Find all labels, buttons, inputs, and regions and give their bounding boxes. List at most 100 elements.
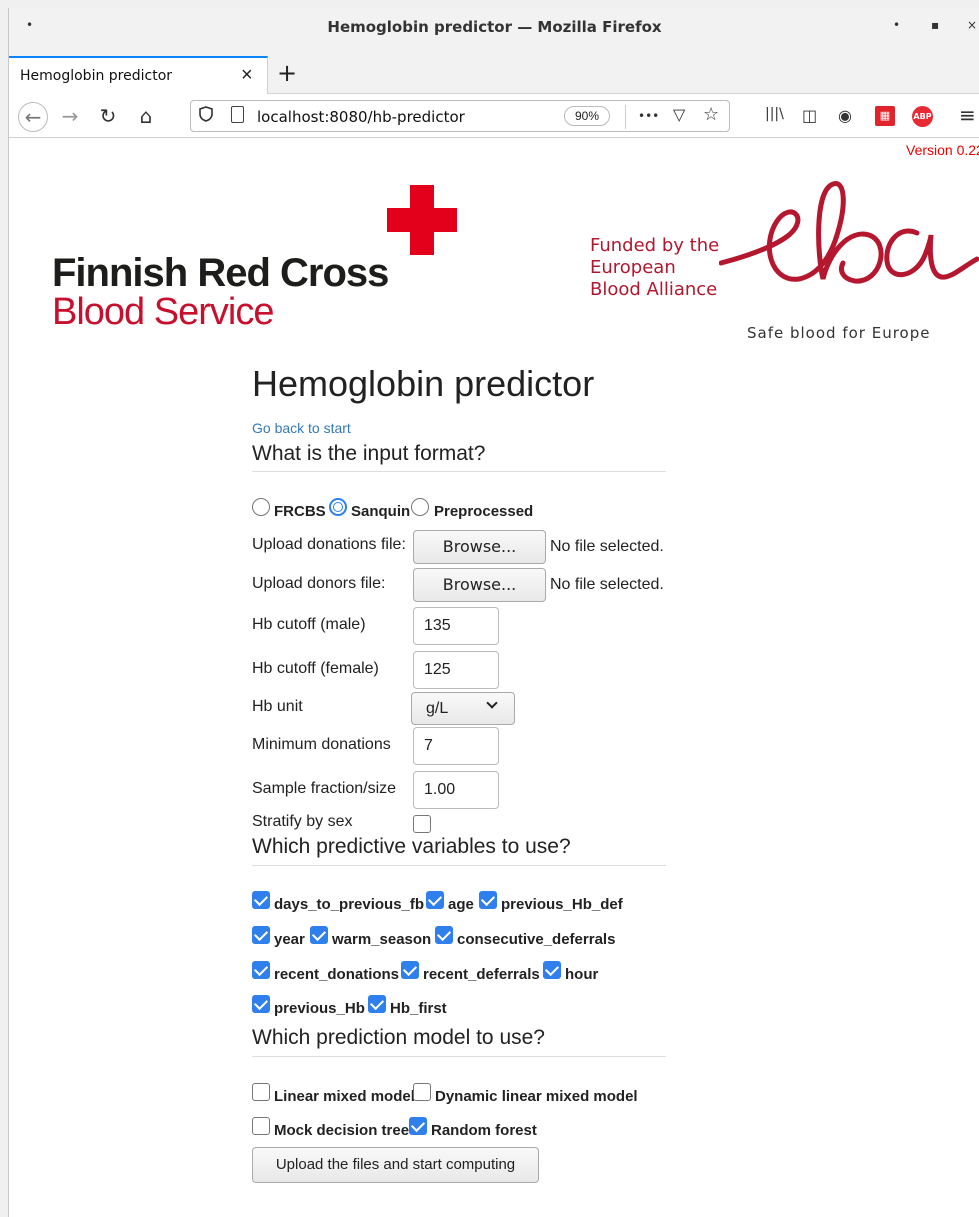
checkbox-linear-mixed-model[interactable] (252, 1083, 270, 1101)
checkbox-label: recent_deferrals (423, 966, 540, 983)
title-bar: • Hemoglobin predictor — Mozilla Firefox… (9, 8, 979, 46)
checkbox-label: previous_Hb_def (501, 896, 623, 913)
url-bar[interactable]: localhost:8080/hb-predictor 90% ••• ▽ ☆ (190, 100, 730, 132)
more-actions-icon[interactable]: ••• (638, 109, 659, 123)
eba-funded-text: Funded by the European Blood Alliance (590, 235, 720, 300)
go-back-link[interactable]: Go back to start (252, 420, 351, 436)
stratify-label: Stratify by sex (252, 813, 353, 830)
page-content: Version 0.22 Finnish Red Cross Blood Ser… (9, 138, 979, 1217)
eba-logo (719, 181, 979, 284)
ublock-icon[interactable]: ▦ (875, 106, 895, 126)
radio-preprocessed-label: Preprocessed (434, 503, 534, 520)
version-label: Version 0.22 (906, 142, 979, 158)
checkbox-label: Linear mixed model (274, 1088, 415, 1105)
radio-frcbs[interactable] (252, 498, 270, 516)
checkbox-label: Mock decision tree (274, 1122, 410, 1139)
donations-file-status: No file selected. (550, 538, 664, 555)
account-icon[interactable]: ◉ (838, 106, 852, 125)
page-title: Hemoglobin predictor (252, 363, 595, 404)
checkbox-previous-hb-def[interactable] (479, 891, 497, 909)
checkbox-age[interactable] (426, 891, 444, 909)
hb-cutoff-male-label: Hb cutoff (male) (252, 616, 366, 633)
hb-unit-value: g/L (426, 700, 449, 717)
new-tab-icon[interactable]: + (277, 59, 297, 87)
checkbox-random-forest[interactable] (409, 1117, 427, 1135)
upload-donors-label: Upload donors file: (252, 575, 386, 592)
radio-frcbs-label: FRCBS (274, 503, 326, 520)
minimize-icon[interactable]: • (893, 18, 900, 32)
chevron-down-icon (486, 697, 498, 709)
hb-cutoff-male-input[interactable]: 135 (413, 607, 499, 645)
frc-logo-line1: Finnish Red Cross (52, 251, 389, 295)
checkbox-recent-deferrals[interactable] (401, 961, 419, 979)
checkbox-warm-season[interactable] (310, 926, 328, 944)
adblock-plus-icon[interactable]: ABP (912, 106, 933, 127)
start-computing-button[interactable]: Upload the files and start computing (252, 1147, 539, 1183)
checkbox-days-to-previous-fb[interactable] (252, 891, 270, 909)
browse-donors-button[interactable]: Browse... (413, 568, 546, 602)
models-heading: Which prediction model to use? (252, 1026, 545, 1049)
checkbox-label: hour (565, 966, 599, 983)
library-icon[interactable]: |||\ (765, 106, 784, 122)
maximize-icon[interactable]: ▪ (931, 18, 939, 32)
checkbox-label: age (448, 896, 474, 913)
checkbox-year[interactable] (252, 926, 270, 944)
checkbox-hb-first[interactable] (368, 995, 386, 1013)
checkbox-label: days_to_previous_fb (274, 896, 425, 913)
browser-window: • Hemoglobin predictor — Mozilla Firefox… (8, 8, 979, 1217)
checkbox-label: year (274, 931, 305, 948)
checkbox-label: Hb_first (390, 1000, 447, 1017)
tab-label: Hemoglobin predictor (20, 68, 173, 84)
min-donations-input[interactable]: 7 (413, 727, 499, 765)
browse-donations-button[interactable]: Browse... (413, 530, 546, 564)
navigation-toolbar: ← → ↻ ⌂ localhost:8080/hb-predictor 90% … (9, 94, 979, 138)
checkbox-label: recent_donations (274, 966, 400, 983)
zoom-indicator[interactable]: 90% (564, 106, 610, 126)
hb-unit-select[interactable]: g/L (411, 692, 515, 725)
window-title: Hemoglobin predictor — Mozilla Firefox (327, 18, 662, 36)
page-info-icon[interactable] (231, 106, 244, 123)
tab-strip: Hemoglobin predictor × + (9, 46, 979, 94)
sidebar-icon[interactable]: ◫ (802, 106, 817, 125)
home-icon[interactable]: ⌂ (131, 102, 161, 132)
checkbox-recent-donations[interactable] (252, 961, 270, 979)
reload-icon[interactable]: ↻ (93, 102, 123, 132)
back-icon[interactable]: ← (18, 102, 48, 132)
checkbox-label: Random forest (431, 1122, 537, 1139)
hb-cutoff-female-input[interactable]: 125 (413, 651, 499, 689)
radio-sanquin[interactable] (329, 498, 347, 516)
forward-icon[interactable]: → (55, 102, 85, 132)
checkbox-hour[interactable] (543, 961, 561, 979)
sample-fraction-input[interactable]: 1.00 (413, 771, 499, 809)
divider (252, 471, 666, 472)
stratify-checkbox[interactable] (413, 815, 431, 833)
radio-preprocessed[interactable] (411, 498, 429, 516)
checkbox-label: Dynamic linear mixed model (435, 1088, 638, 1105)
checkbox-dynamic-linear-mixed-model[interactable] (413, 1083, 431, 1101)
upload-donations-label: Upload donations file: (252, 536, 406, 553)
donors-file-status: No file selected. (550, 576, 664, 593)
hamburger-menu-icon[interactable]: ≡ (959, 103, 976, 127)
red-cross-icon (387, 185, 457, 255)
variables-heading: Which predictive variables to use? (252, 835, 571, 858)
input-format-heading: What is the input format? (252, 442, 486, 465)
checkbox-consecutive-deferrals[interactable] (435, 926, 453, 944)
radio-sanquin-label: Sanquin (351, 503, 411, 520)
url-text[interactable]: localhost:8080/hb-predictor (257, 108, 465, 126)
close-window-icon[interactable]: × (967, 18, 977, 32)
hb-cutoff-female-label: Hb cutoff (female) (252, 660, 379, 677)
checkbox-mock-decision-tree[interactable] (252, 1117, 270, 1135)
hb-unit-label: Hb unit (252, 698, 303, 715)
tab-hemoglobin-predictor[interactable]: Hemoglobin predictor × (9, 56, 268, 94)
min-donations-label: Minimum donations (252, 736, 391, 753)
eba-tagline: Safe blood for Europe (747, 324, 931, 342)
divider (252, 865, 666, 866)
close-tab-icon[interactable]: × (241, 64, 253, 87)
checkbox-previous-hb[interactable] (252, 995, 270, 1013)
shield-icon[interactable] (199, 106, 213, 125)
pocket-icon[interactable]: ▽ (673, 105, 685, 124)
checkbox-label: consecutive_deferrals (457, 931, 616, 948)
bookmark-star-icon[interactable]: ☆ (703, 104, 719, 125)
frc-logo-line2: Blood Service (52, 291, 274, 333)
checkbox-label: warm_season (332, 931, 432, 948)
